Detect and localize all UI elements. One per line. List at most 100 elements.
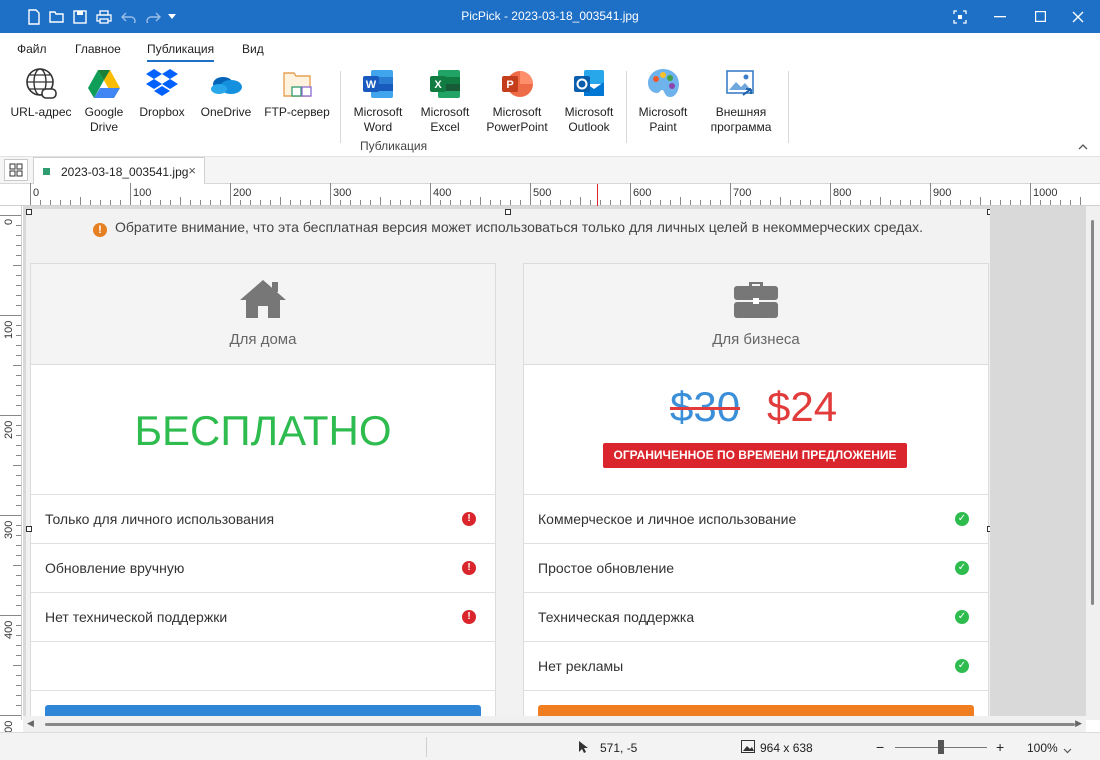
ruler-tick <box>410 200 411 205</box>
ruler-tick <box>540 200 541 205</box>
ruler-tick <box>1030 183 1031 205</box>
business-plan-header: Для бизнеса <box>524 264 988 365</box>
ruler-tick <box>530 183 531 205</box>
ruler-tick <box>300 200 301 205</box>
ruler-tick <box>1060 200 1061 205</box>
image-content: ! Обратите внимание, что эта бесплатная в… <box>26 209 990 716</box>
grid-view-icon[interactable] <box>4 159 28 181</box>
check-icon: ✓ <box>955 561 969 575</box>
zoom-dropdown-icon[interactable] <box>1063 743 1072 757</box>
word-button[interactable]: W Microsoft Word <box>346 67 410 135</box>
list-item: Обновление вручную ! <box>31 544 495 593</box>
ruler-tick <box>570 200 571 205</box>
zoom-in-button[interactable]: + <box>996 739 1004 755</box>
ruler-tick <box>350 200 351 205</box>
ruler-tick <box>16 225 21 226</box>
ruler-tick <box>800 200 801 205</box>
ftp-button[interactable]: FTP-сервер <box>262 67 332 120</box>
ruler-tick <box>16 545 21 546</box>
business-plan-card: Для бизнеса $30 $24 ОГРАНИЧЕННОЕ ПО ВРЕМ… <box>523 263 989 716</box>
ruler-label: 0 <box>3 218 15 225</box>
ruler-tick <box>0 315 21 316</box>
selection-handle[interactable] <box>505 209 511 215</box>
notice-text: Обратите внимание, что эта бесплатная ве… <box>114 219 924 235</box>
external-program-button[interactable]: Внешняя программа <box>700 67 782 135</box>
ruler-tick <box>30 183 31 205</box>
list-item: Только для личного использования ! <box>31 495 495 544</box>
ruler-tick <box>0 515 21 516</box>
ruler-tick <box>16 605 21 606</box>
scroll-left-icon[interactable]: ◀ <box>27 718 34 729</box>
tab-file[interactable]: Файл <box>17 42 47 56</box>
ruler-tick <box>730 183 731 205</box>
ruler-tick <box>690 200 691 205</box>
tab-view[interactable]: Вид <box>242 42 264 56</box>
list-item: Техническая поддержка ✓ <box>524 593 988 642</box>
capture-icon[interactable] <box>940 0 980 33</box>
ruler-tick <box>710 200 711 205</box>
close-button[interactable] <box>1058 0 1098 33</box>
selection-handle[interactable] <box>987 526 990 532</box>
business-buy-button[interactable] <box>538 705 974 716</box>
vertical-scroll-thumb[interactable] <box>1091 220 1094 605</box>
outlook-label: Microsoft Outlook <box>564 105 614 134</box>
scroll-right-icon[interactable]: ▶ <box>1075 718 1082 729</box>
ruler-tick <box>670 200 671 205</box>
ruler-tick <box>330 183 331 205</box>
dropbox-button[interactable]: Dropbox <box>134 67 190 120</box>
ruler-tick <box>13 265 21 266</box>
document-tab[interactable]: 2023-03-18_003541.jpg × <box>33 157 205 184</box>
exclamation-icon: ! <box>462 561 476 575</box>
outlook-button[interactable]: Microsoft Outlook <box>558 67 620 135</box>
tab-publish[interactable]: Публикация <box>147 42 215 62</box>
canvas-area[interactable]: ! Обратите внимание, что эта бесплатная в… <box>23 206 1091 716</box>
selection-handle[interactable] <box>987 209 990 215</box>
ruler-tick <box>660 200 661 205</box>
collapse-ribbon-icon[interactable] <box>1078 141 1088 153</box>
ruler-tick <box>650 200 651 205</box>
tab-home[interactable]: Главное <box>75 42 121 56</box>
window-title: PicPick - 2023-03-18_003541.jpg <box>461 9 639 23</box>
powerpoint-button[interactable]: P Microsoft PowerPoint <box>480 67 554 135</box>
ruler-tick <box>700 200 701 205</box>
paint-button[interactable]: Microsoft Paint <box>632 67 694 135</box>
ruler-label: 200 <box>3 420 15 439</box>
ruler-tick <box>370 200 371 205</box>
minimize-button[interactable] <box>980 0 1020 33</box>
zoom-level[interactable]: 100% <box>1027 741 1058 755</box>
selection-handle[interactable] <box>26 526 32 532</box>
excel-button[interactable]: X Microsoft Excel <box>414 67 476 135</box>
close-tab-icon[interactable]: × <box>188 163 196 178</box>
ruler-tick <box>16 675 21 676</box>
exclamation-icon: ! <box>462 512 476 526</box>
vertical-scrollbar[interactable] <box>1086 206 1100 720</box>
home-download-button[interactable] <box>45 705 481 716</box>
external-program-label: Внешняя программа <box>710 105 772 134</box>
ruler-tick <box>16 425 21 426</box>
ruler-tick <box>260 200 261 205</box>
ruler-label: 100 <box>133 187 152 199</box>
google-drive-button[interactable]: Google Drive <box>78 67 130 135</box>
maximize-button[interactable] <box>1020 0 1060 33</box>
zoom-slider-thumb[interactable] <box>938 740 944 754</box>
ruler-tick <box>510 200 511 205</box>
ruler-tick <box>0 215 21 216</box>
ruler-label: 300 <box>3 520 15 539</box>
ruler-tick <box>270 200 271 205</box>
horizontal-scrollbar[interactable]: ◀ ▶ <box>23 716 1086 732</box>
ruler-tick <box>450 200 451 205</box>
ruler-tick <box>16 535 21 536</box>
ruler-tick <box>16 255 21 256</box>
list-item: Коммерческое и личное использование ✓ <box>524 495 988 544</box>
zoom-out-button[interactable]: − <box>876 739 884 755</box>
horizontal-scroll-thumb[interactable] <box>45 723 1075 726</box>
url-button[interactable]: URL-адрес <box>8 67 74 120</box>
feature-label: Только для личного использования <box>45 511 275 527</box>
ruler-tick <box>16 705 21 706</box>
ribbon: URL-адрес Google Drive Dropbox OneDrive <box>0 63 1100 157</box>
business-price-box: $30 $24 ОГРАНИЧЕННОЕ ПО ВРЕМЕНИ ПРЕДЛОЖЕ… <box>524 365 988 495</box>
selection-handle[interactable] <box>26 209 32 215</box>
ruler-tick <box>1010 200 1011 205</box>
onedrive-button[interactable]: OneDrive <box>196 67 256 120</box>
list-item: Нет рекламы ✓ <box>524 642 988 691</box>
